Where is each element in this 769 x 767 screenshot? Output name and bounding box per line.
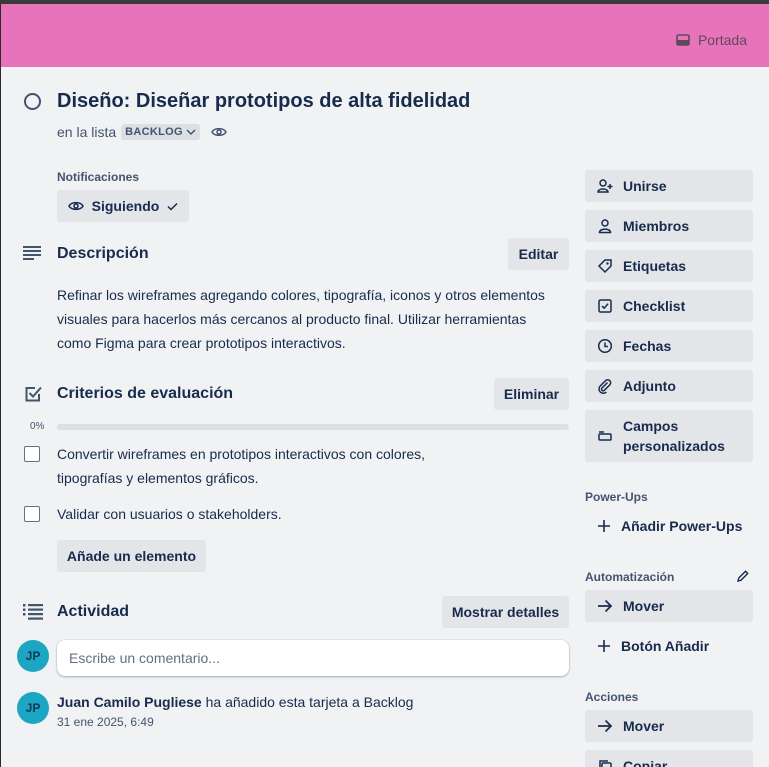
in-list-prefix: en la lista (57, 124, 117, 140)
checklist-progress-bar (57, 424, 569, 430)
plus-icon (597, 519, 611, 533)
tag-icon (597, 258, 613, 274)
checklist-item-checkbox[interactable] (24, 506, 40, 522)
automation-move-label: Mover (623, 598, 665, 614)
chevron-down-icon (186, 128, 196, 136)
user-icon (597, 218, 613, 234)
members-button[interactable]: Miembros (585, 210, 753, 242)
activity-author[interactable]: Juan Camilo Pugliese (57, 694, 202, 710)
plus-icon (597, 639, 611, 653)
following-button-label: Siguiendo (91, 198, 160, 214)
copy-label: Copiar (623, 758, 668, 767)
card-complete-toggle-icon[interactable] (24, 93, 41, 110)
avatar[interactable]: JP (17, 692, 49, 724)
custom-fields-label-line1: Campos (623, 418, 679, 434)
card-cover: Portada (1, 4, 769, 67)
checklist-icon (24, 385, 42, 403)
delete-checklist-button[interactable]: Eliminar (494, 378, 569, 410)
cover-button[interactable]: Portada (676, 28, 747, 52)
avatar[interactable]: JP (17, 640, 49, 672)
card-detail-modal: Portada Diseño: Diseñar prototipos de al… (1, 4, 769, 767)
labels-label: Etiquetas (623, 258, 687, 274)
custom-fields-label: Campos personalizados (623, 416, 725, 456)
move-button[interactable]: Mover (585, 710, 753, 742)
activity-timestamp[interactable]: 31 ene 2025, 6:49 (57, 715, 154, 729)
description-icon (23, 246, 41, 260)
checklist-progress-text: 0% (30, 421, 45, 432)
custom-fields-icon (597, 428, 613, 444)
description-title: Descripción (57, 245, 149, 262)
show-details-button[interactable]: Mostrar detalles (442, 596, 569, 628)
activity-title: Actividad (57, 603, 130, 620)
join-button[interactable]: Unirse (585, 170, 753, 202)
dates-button[interactable]: Fechas (585, 330, 753, 362)
list-selector[interactable]: BACKLOG (121, 124, 200, 140)
clock-icon (597, 338, 613, 354)
activity-icon (23, 604, 43, 620)
custom-fields-button[interactable]: Campos personalizados (585, 410, 753, 462)
paperclip-icon (597, 378, 613, 394)
checkmark-icon (167, 202, 178, 211)
checklist-item-text[interactable]: Validar con usuarios o stakeholders. (57, 502, 447, 526)
list-name: BACKLOG (125, 126, 183, 138)
pencil-icon[interactable] (736, 569, 750, 583)
activity-entry: Juan Camilo Pugliese ha añadido esta tar… (57, 694, 413, 710)
notifications-label: Notificaciones (57, 170, 140, 184)
add-powerups-label: Añadir Power-Ups (621, 518, 743, 534)
checklist-button[interactable]: Checklist (585, 290, 753, 322)
copy-button[interactable]: Copiar (585, 750, 753, 767)
checkbox-icon (597, 298, 613, 314)
add-button-label: Botón Añadir (621, 638, 710, 654)
arrow-right-icon (597, 718, 613, 734)
cover-button-label: Portada (697, 32, 747, 48)
checklist-item-text[interactable]: Convertir wireframes en prototipos inter… (57, 442, 447, 490)
checklist-item-checkbox[interactable] (24, 446, 40, 462)
actions-label: Acciones (585, 690, 639, 704)
dates-label: Fechas (623, 338, 672, 354)
arrow-right-icon (597, 598, 613, 614)
move-label: Mover (623, 718, 665, 734)
copy-icon (597, 758, 613, 767)
add-button-button[interactable]: Botón Añadir (585, 630, 753, 662)
add-checklist-item-button[interactable]: Añade un elemento (57, 540, 206, 572)
custom-fields-label-line2: personalizados (623, 438, 725, 454)
labels-button[interactable]: Etiquetas (585, 250, 753, 282)
powerups-label: Power-Ups (585, 490, 648, 504)
automation-move-button[interactable]: Mover (585, 590, 753, 622)
user-plus-icon (597, 178, 613, 194)
comment-input[interactable]: Escribe un comentario... (57, 640, 569, 676)
card-list-info: en la lista BACKLOG (57, 124, 227, 140)
activity-action: ha añadido esta tarjeta a Backlog (201, 694, 414, 710)
attachment-button[interactable]: Adjunto (585, 370, 753, 402)
watch-eye-icon[interactable] (211, 126, 227, 138)
card-title[interactable]: Diseño: Diseñar prototipos de alta fidel… (57, 90, 470, 113)
automation-label: Automatización (585, 570, 675, 584)
members-label: Miembros (623, 218, 690, 234)
edit-description-button[interactable]: Editar (508, 238, 569, 270)
add-powerups-button[interactable]: Añadir Power-Ups (585, 510, 753, 542)
cover-icon (676, 34, 690, 46)
eye-icon (67, 200, 84, 212)
attachment-label: Adjunto (623, 378, 676, 394)
following-button[interactable]: Siguiendo (57, 190, 189, 222)
checklist-title: Criterios de evaluación (57, 385, 234, 402)
checklist-label: Checklist (623, 298, 686, 314)
description-text[interactable]: Refinar los wireframes agregando colores… (57, 283, 562, 355)
join-label: Unirse (623, 178, 667, 194)
